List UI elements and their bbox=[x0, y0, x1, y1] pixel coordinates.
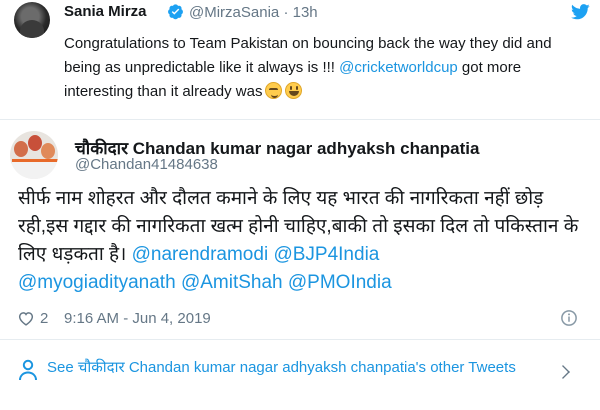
profile-icon bbox=[19, 359, 37, 381]
quoted-tweet-age: · 13h bbox=[283, 4, 318, 21]
quoted-author-name[interactable]: Sania Mirza bbox=[64, 3, 147, 20]
heart-icon[interactable] bbox=[18, 311, 34, 326]
mention-bjp4india[interactable]: @BJP4India bbox=[273, 244, 379, 265]
tweet-meta: 2 9:16 AM - Jun 4, 2019 bbox=[18, 309, 588, 329]
mention-narendramodi[interactable]: @narendramodi bbox=[132, 244, 269, 265]
verified-badge-icon bbox=[168, 4, 183, 20]
quoted-tweet-text: Congratulations to Team Pakistan on boun… bbox=[64, 32, 584, 104]
divider bbox=[0, 119, 600, 120]
like-count[interactable]: 2 bbox=[40, 310, 48, 327]
tweet-timestamp[interactable]: 9:16 AM - Jun 4, 2019 bbox=[64, 310, 211, 327]
mention-myogiadityanath[interactable]: @myogiadityanath bbox=[18, 272, 176, 293]
quoted-author-handle: @MirzaSania bbox=[189, 4, 280, 21]
avatar-figure bbox=[41, 143, 55, 159]
author-handle[interactable]: @Chandan41484638 bbox=[75, 156, 218, 173]
mention-cricketworldcup[interactable]: @cricketworldcup bbox=[339, 59, 458, 76]
smirk-emoji-icon bbox=[265, 82, 283, 99]
avatar-banner bbox=[12, 159, 58, 179]
grin-emoji-icon bbox=[285, 82, 303, 99]
tweet-text: सीर्फ नाम शोहरत और दौलत कमाने के लिए यह … bbox=[18, 185, 588, 297]
see-other-tweets-link[interactable]: See चौकीदार Chandan kumar nagar adhyaksh… bbox=[47, 357, 537, 378]
twitter-bird-icon[interactable] bbox=[571, 4, 590, 20]
mention-amitshah[interactable]: @AmitShah bbox=[181, 272, 283, 293]
quoted-author-avatar[interactable] bbox=[14, 2, 50, 38]
avatar-figure bbox=[28, 135, 42, 151]
chevron-right-icon[interactable] bbox=[556, 365, 570, 379]
avatar-figure bbox=[14, 141, 28, 157]
mention-pmoindia[interactable]: @PMOIndia bbox=[288, 272, 392, 293]
see-other-tweets-row[interactable]: See चौकीदार Chandan kumar nagar adhyaksh… bbox=[0, 340, 600, 410]
quoted-tweet[interactable]: Sania Mirza @MirzaSania · 13h Congratula… bbox=[0, 0, 600, 118]
quoted-author-handle-and-age[interactable]: @MirzaSania · 13h bbox=[189, 4, 318, 21]
info-icon[interactable] bbox=[560, 309, 578, 327]
author-avatar[interactable] bbox=[10, 131, 58, 179]
